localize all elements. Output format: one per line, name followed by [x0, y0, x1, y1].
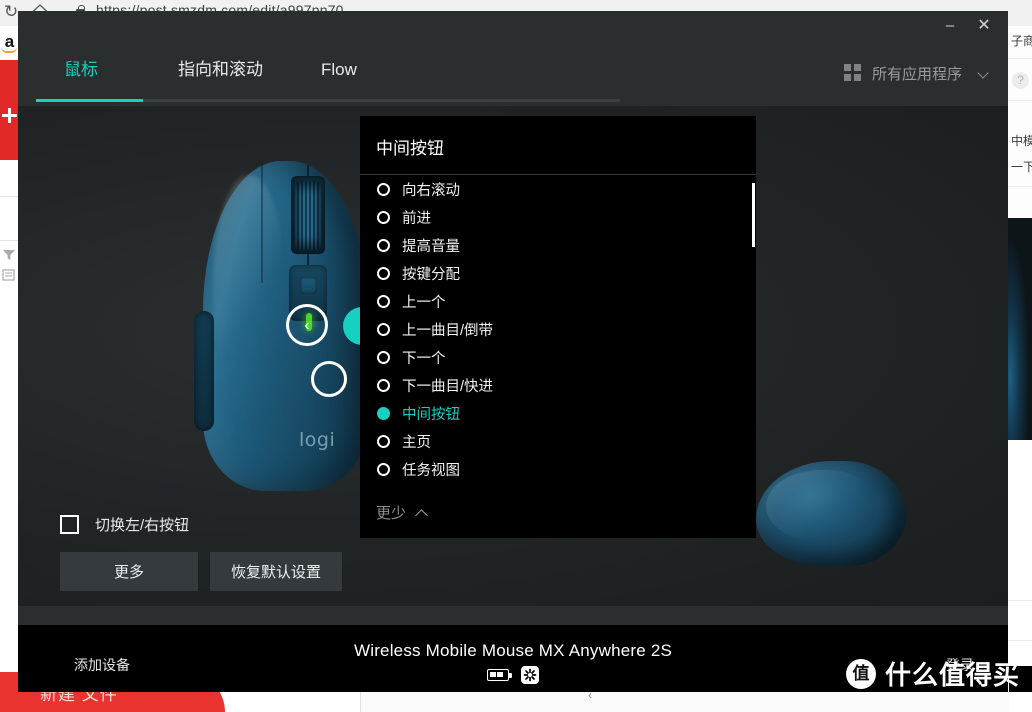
divider: [1008, 600, 1032, 601]
swap-buttons-checkbox[interactable]: [60, 515, 79, 534]
tab-point-and-scroll[interactable]: 指向和滚动: [178, 41, 263, 106]
dropdown-option[interactable]: 主页: [360, 427, 756, 455]
dropdown-option[interactable]: 按键分配: [360, 259, 756, 287]
help-icon[interactable]: ?: [1012, 72, 1029, 89]
logi-logo: logi: [299, 429, 336, 451]
radio-icon: [377, 238, 390, 252]
right-text-3: 一下n: [1011, 160, 1032, 174]
swap-buttons-label: 切换左/右按钮: [95, 517, 190, 534]
radio-icon: [377, 266, 390, 280]
unifying-receiver-icon: [521, 666, 539, 684]
chevron-down-icon: [978, 67, 990, 79]
swap-buttons-row[interactable]: 切换左/右按钮: [60, 514, 189, 535]
divider: [0, 240, 19, 241]
dropdown-option[interactable]: 提高音量: [360, 231, 756, 259]
radio-icon: [377, 378, 390, 392]
radio-icon: [377, 350, 390, 364]
screenshot-root: ↻ https://post.smzdm.com/edit/a997pn70 a…: [0, 0, 1032, 712]
all-apps-selector[interactable]: 所有应用程序: [843, 59, 990, 87]
radio-icon: [377, 434, 390, 448]
tab-mouse[interactable]: 鼠标: [64, 41, 98, 106]
divider: [1008, 100, 1032, 101]
tab-flow[interactable]: Flow: [321, 41, 357, 106]
dropdown-option-label: 中间按钮: [402, 406, 460, 423]
secondary-device-highlight: [766, 470, 876, 542]
radio-icon: [377, 322, 390, 336]
dropdown-option-label: 向右滚动: [402, 182, 460, 199]
watermark-text: 什么值得买: [884, 660, 1020, 690]
middle-button-glyph: [300, 277, 317, 294]
logitech-options-window: – ✕ 鼠标 指向和滚动 Flow 所有应用程序 logi ‹ 切换左/右按钮 …: [18, 11, 1008, 692]
reset-defaults-button[interactable]: 恢复默认设置: [210, 552, 342, 591]
radio-icon: [377, 182, 390, 196]
radio-icon: [377, 294, 390, 308]
show-less-label: 更少: [376, 505, 407, 522]
radio-icon: [377, 210, 390, 224]
watermark-badge: 值: [845, 658, 876, 689]
dropdown-option-label: 下一个: [402, 350, 446, 367]
grid-icon: [843, 64, 862, 82]
note-icon[interactable]: [2, 268, 16, 281]
dropdown-option-label: 按键分配: [402, 266, 460, 283]
dropdown-option[interactable]: 上一个: [360, 287, 756, 315]
divider: [1008, 58, 1032, 59]
chevron-up-icon: [415, 506, 428, 519]
dropdown-option-label: 下一曲目/快进: [402, 378, 494, 395]
dropdown-scrollbar-thumb[interactable]: [752, 183, 755, 247]
scroll-wheel[interactable]: [295, 181, 321, 249]
dropdown-option-label: 任务视图: [402, 462, 460, 479]
plus-icon[interactable]: [2, 108, 17, 123]
right-text-1: 子商: [1011, 34, 1032, 48]
dropdown-option-label: 主页: [402, 434, 431, 451]
watermark: 值 什么值得买: [845, 655, 1020, 692]
minimize-button[interactable]: –: [936, 15, 964, 37]
dropdown-option-label: 上一个: [402, 294, 446, 311]
close-button[interactable]: ✕: [970, 15, 998, 37]
show-less-button[interactable]: 更少: [376, 502, 428, 523]
dropdown-option[interactable]: 下一个: [360, 343, 756, 371]
dropdown-header: 中间按钮: [360, 116, 756, 175]
action-dropdown-panel: 中间按钮 向右滚动 前进 提高音量 按键分配 上一个 上一曲目/倒带 下一个 下…: [360, 116, 756, 538]
divider: [1008, 640, 1032, 641]
dropdown-option[interactable]: 前进: [360, 203, 756, 231]
dropdown-option[interactable]: 向右滚动: [360, 175, 756, 203]
more-button[interactable]: 更多: [60, 552, 198, 591]
divider: [0, 196, 19, 197]
battery-icon: [487, 669, 512, 681]
right-text-2: 中模式: [1011, 134, 1032, 148]
callout-middle-button[interactable]: [311, 361, 347, 397]
mouse-highlight: [213, 175, 285, 385]
all-apps-label: 所有应用程序: [871, 65, 962, 83]
background-image-strip: [1008, 218, 1032, 440]
browser-right-lower: [1008, 440, 1032, 666]
tab-active-underline: [36, 99, 143, 102]
divider: [1008, 186, 1032, 187]
window-titlebar: – ✕: [18, 11, 1008, 41]
dropdown-option[interactable]: 下一曲目/快进: [360, 371, 756, 399]
dropdown-title: 中间按钮: [376, 139, 444, 158]
filter-icon[interactable]: [2, 248, 16, 260]
mouse-button-seam: [261, 163, 263, 283]
dropdown-option-list[interactable]: 向右滚动 前进 提高音量 按键分配 上一个 上一曲目/倒带 下一个 下一曲目/快…: [360, 175, 756, 483]
callout-back-button[interactable]: ‹: [286, 304, 328, 346]
dropdown-option-label: 前进: [402, 210, 431, 227]
radio-icon: [377, 462, 390, 476]
dropdown-option[interactable]: 任务视图: [360, 455, 756, 483]
radio-icon: [377, 406, 390, 420]
mouse-thumb-rest: [194, 311, 214, 431]
dropdown-option-label: 上一曲目/倒带: [402, 322, 494, 339]
dropdown-option-selected[interactable]: 中间按钮: [360, 399, 756, 427]
dropdown-option-label: 提高音量: [402, 238, 460, 255]
amazon-icon[interactable]: a: [0, 30, 19, 56]
dropdown-option[interactable]: 上一曲目/倒带: [360, 315, 756, 343]
